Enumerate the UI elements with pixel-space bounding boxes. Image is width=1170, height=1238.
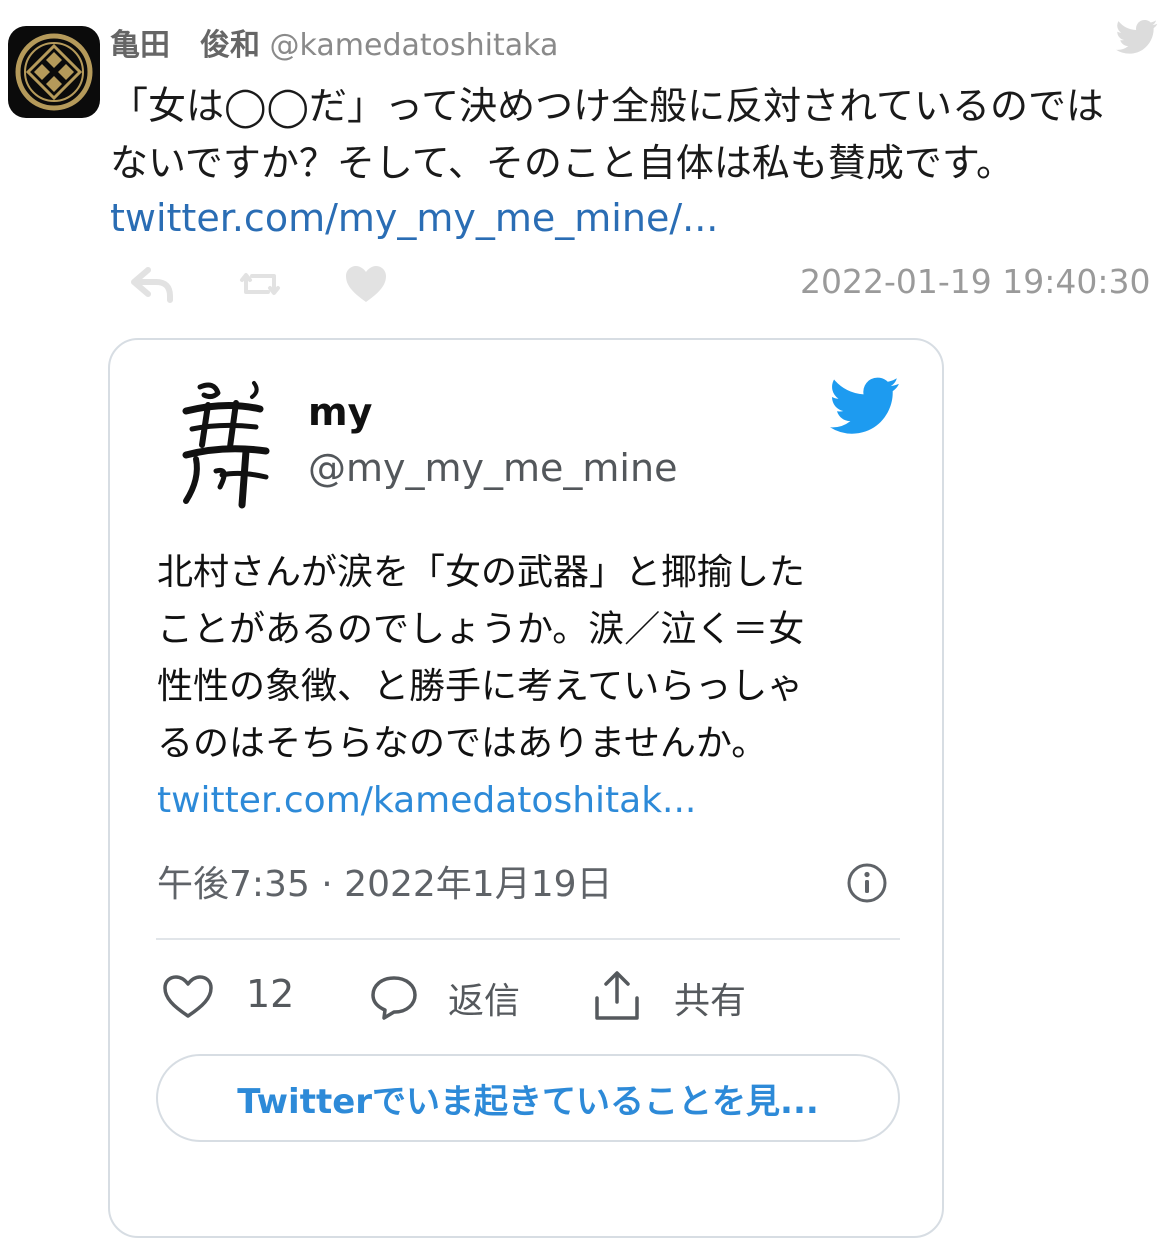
card-text-line: るのはそちらなのではありませんか。 [157, 723, 768, 764]
author-avatar[interactable] [8, 26, 100, 118]
card-text-line: ことがあるのでしょうか。涙／泣く＝女 [157, 609, 805, 650]
card-divider [156, 938, 900, 940]
card-author-handle[interactable]: @my_my_me_mine [308, 446, 677, 490]
author-line: 亀田 俊和 @kamedatoshitaka [110, 20, 558, 64]
card-text-line: 性性の象徴、と勝手に考えていらっしゃ [157, 666, 804, 707]
reply-label[interactable]: 返信 [448, 972, 520, 1024]
share-upload-icon[interactable] [592, 968, 642, 1024]
tweet-text-line: 「女は◯◯だ」って決めつけ全般に反対されているのでは [110, 84, 1105, 128]
retweet-icon[interactable] [238, 262, 282, 306]
card-tweet-text: 北村さんが涙を「女の武器」と揶揄した ことがあるのでしょうか。涙／泣く＝女 性性… [157, 544, 805, 772]
tweet-timestamp: 2022-01-19 19:40:30 [800, 262, 1151, 301]
heart-outline-icon[interactable] [160, 972, 216, 1022]
share-label[interactable]: 共有 [674, 972, 746, 1024]
tweet-text-line: ないですか？そして、そのこと自体は私も賛成です。 [110, 141, 1015, 185]
card-tweet-link[interactable]: twitter.com/kamedatoshitak... [157, 772, 696, 829]
author-handle[interactable]: @kamedatoshitaka [270, 28, 559, 63]
tweet-link[interactable]: twitter.com/my_my_me_mine/... [110, 190, 718, 247]
author-name[interactable]: 亀田 俊和 [110, 28, 260, 63]
see-whats-happening-button[interactable]: Twitterでいま起きていることを見... [156, 1054, 900, 1142]
cta-label: Twitterでいま起きていることを見... [237, 1081, 819, 1122]
card-timestamp[interactable]: 午後7:35 · 2022年1月19日 [157, 855, 613, 907]
twitter-bird-icon[interactable] [830, 376, 900, 436]
like-count: 12 [246, 972, 295, 1016]
card-text-line: 北村さんが涙を「女の武器」と揶揄した [157, 552, 806, 593]
twitter-bird-icon [1116, 19, 1158, 54]
reply-arrow-icon[interactable] [128, 262, 178, 306]
family-crest-icon [15, 33, 93, 111]
card-author-avatar[interactable] [156, 375, 294, 513]
comment-bubble-icon[interactable] [368, 972, 420, 1022]
heart-icon[interactable] [342, 262, 390, 306]
info-icon[interactable] [846, 862, 888, 904]
card-author-name[interactable]: my [308, 390, 372, 434]
tweet-text: 「女は◯◯だ」って決めつけ全般に反対されているのでは ないですか？そして、そのこ… [110, 78, 1104, 192]
